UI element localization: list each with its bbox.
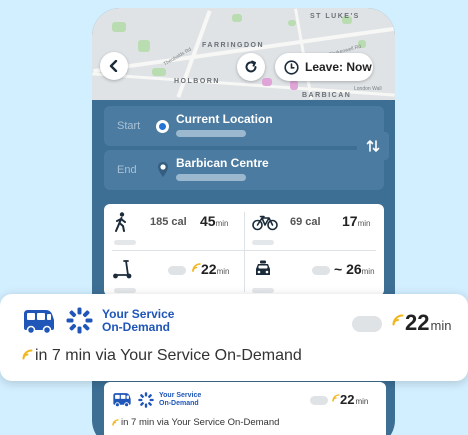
end-label: End xyxy=(117,164,137,176)
mode-scooter[interactable]: 22min xyxy=(112,260,242,293)
realtime-signal-icon xyxy=(112,419,119,426)
refresh-icon xyxy=(245,60,257,73)
map-street-label: London Wall xyxy=(354,86,382,92)
realtime-signal-icon xyxy=(392,314,404,326)
end-address-placeholder xyxy=(176,174,246,181)
car-icon xyxy=(256,260,270,275)
swap-route-button[interactable] xyxy=(357,132,389,160)
van-icon xyxy=(24,310,54,334)
service-logo-icon xyxy=(138,392,154,408)
on-demand-card[interactable]: Your Service On-Demand 22min in 7 min vi… xyxy=(104,382,386,435)
walk-icon xyxy=(115,212,126,232)
bicycle-icon xyxy=(252,215,278,231)
travel-modes-grid: 185 cal 45min 69 cal 17min 22min ~ 26min xyxy=(104,204,384,296)
current-location-icon xyxy=(156,120,169,133)
back-button[interactable] xyxy=(100,52,128,80)
leave-time-label: Leave: Now xyxy=(305,60,372,74)
end-field[interactable]: End Barbican Centre xyxy=(104,150,384,190)
mode-bike[interactable]: 69 cal 17min xyxy=(252,212,382,245)
brand-name-line1: Your Service xyxy=(102,307,175,321)
on-demand-via-text: in 7 min via Your Service On-Demand xyxy=(35,347,302,364)
on-demand-time: 22min xyxy=(405,310,452,335)
brand-name-line2: On-Demand xyxy=(102,320,171,334)
realtime-signal-icon xyxy=(192,263,201,272)
walk-calories: 185 cal xyxy=(150,216,187,228)
leave-time-button[interactable]: Leave: Now xyxy=(275,53,373,81)
mode-walk[interactable]: 185 cal 45min xyxy=(112,212,242,245)
bike-calories: 69 cal xyxy=(290,216,321,228)
brand-name-line2: On-Demand xyxy=(159,400,199,407)
on-demand-time: 22min xyxy=(340,392,369,407)
map-label: HOLBORN xyxy=(174,78,220,85)
taxi-time: ~ 26min xyxy=(334,261,375,277)
start-field[interactable]: Start Current Location xyxy=(104,106,384,146)
clock-icon xyxy=(284,59,299,75)
mode-taxi[interactable]: ~ 26min xyxy=(252,260,382,293)
map-label: FARRINGDON xyxy=(202,42,265,49)
scooter-time: 22min xyxy=(201,261,230,277)
scooter-icon xyxy=(113,260,132,279)
on-demand-via-text: in 7 min via Your Service On-Demand xyxy=(121,417,280,428)
map-label: BARBICAN xyxy=(302,92,352,99)
brand-name-line1: Your Service xyxy=(159,392,202,399)
end-value: Barbican Centre xyxy=(176,156,269,170)
start-value: Current Location xyxy=(176,112,273,126)
chevron-left-icon xyxy=(109,60,118,72)
service-logo-icon xyxy=(66,307,93,334)
destination-pin-icon xyxy=(158,162,168,177)
start-label: Start xyxy=(117,120,141,132)
realtime-signal-icon xyxy=(22,349,33,360)
map-label: ST LUKE'S xyxy=(310,13,360,20)
bike-time: 17min xyxy=(342,213,371,229)
on-demand-card-highlight[interactable]: Your Service On-Demand 22min in 7 min vi… xyxy=(0,294,468,381)
walk-time: 45min xyxy=(200,213,229,229)
start-address-placeholder xyxy=(176,130,246,137)
swap-arrows-icon xyxy=(366,140,380,152)
van-icon xyxy=(113,393,131,407)
realtime-signal-icon xyxy=(332,394,340,402)
refresh-button[interactable] xyxy=(237,53,265,81)
